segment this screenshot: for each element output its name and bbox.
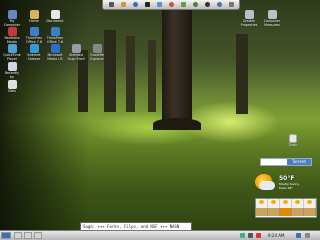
network-icon[interactable] [240,233,245,238]
windows-media-icon [50,44,60,53]
desktop-icon-office[interactable]: ThinkPrex Office 7.6 [23,27,45,45]
desktop-icon-quicktime[interactable]: QuickTime Player [1,44,23,62]
office-icon [50,27,60,36]
icon-label: Document [46,19,64,23]
power-icon[interactable] [228,2,234,7]
weather-forecast [255,198,317,218]
forecast-cell [268,208,280,216]
top-launcher-bar [102,0,240,10]
terminal-icon[interactable] [144,2,150,7]
calendar-icon[interactable] [296,233,301,238]
desktop-icon-media[interactable]: RedHatia Media [1,27,23,45]
icon-label: Xtended Scap Shell [67,53,85,61]
desktop-icon-windows-media[interactable]: Microsoft Media US [44,44,66,62]
icon-label: QuickTime Player [3,53,21,61]
taskbar-button[interactable] [34,232,42,239]
desktop-icon-explorer[interactable]: Goodlife Explorer [86,44,108,62]
weather-icon [295,200,300,204]
forecast-day [304,199,316,208]
system-properties-icon [244,10,254,19]
forecast-cell [304,208,316,216]
settings-icon[interactable] [204,2,210,7]
taskbar-clock[interactable]: 9:24 AM [268,232,284,240]
icon-label: Computer Measures [263,19,281,27]
icon-label: Sites [7,89,17,93]
weather-icon [307,200,312,204]
desktop-icon-internet[interactable]: Internet Sidecke [23,44,45,62]
tree-trunk [153,118,201,130]
office-icon [29,27,39,36]
forecast-cell [280,208,292,216]
desktop-icon-trash[interactable]: Trash [282,134,304,148]
taskbar: 9:24 AM [0,230,320,240]
taskbar-button[interactable] [14,232,22,239]
start-button[interactable] [1,232,11,239]
desktop-icon-home[interactable]: Home [23,10,45,24]
forecast-day [292,199,304,208]
computer-measures-icon [267,10,277,19]
desktop-icon-my-computer[interactable]: My Computer [1,10,23,28]
tree-trunk [148,40,156,112]
quicktime-icon [7,44,17,53]
icon-label: Trash [288,143,298,147]
forecast-cell [292,208,304,216]
weather-icon [283,200,288,204]
search-widget[interactable]: Torrent [260,158,312,166]
forecast-day [280,199,292,208]
desktop-icon-system-properties[interactable]: System Properties [238,10,260,28]
tree-trunk [236,34,248,114]
mail-icon[interactable] [156,2,162,7]
sites-icon [7,80,17,89]
cloud-icon [259,181,275,190]
browser-icon[interactable] [132,2,138,7]
icon-label: Microsoft Media US [47,53,63,61]
icon-label: Recently by [4,71,20,79]
shell-icon [71,44,81,53]
desktop-icon-recent[interactable]: Recently by [1,62,23,80]
home-folder-icon [29,10,39,19]
internet-icon [29,44,39,53]
tree-trunk [104,30,116,112]
weather-icon [271,200,276,204]
menu-icon[interactable] [108,2,114,7]
icon-label: Goodlife Explorer [90,53,104,61]
explorer-icon [92,44,102,53]
folder-icon[interactable] [120,2,126,7]
desktop-icon-computer-measures[interactable]: Computer Measures [261,10,283,28]
icon-label: Internet Sidecke [27,53,41,61]
chat-icon[interactable] [192,2,198,7]
photo-icon[interactable] [180,2,186,7]
trash-icon [289,134,297,143]
search-button[interactable]: Torrent [287,159,311,165]
tree-trunk [162,0,192,128]
show-desktop-icon[interactable] [305,233,310,238]
taskbar-button[interactable] [24,232,32,239]
forecast-day [268,199,280,208]
icon-label: Home [29,19,39,23]
recent-icon [7,62,17,71]
desktop-icon-document[interactable]: Document [44,10,66,24]
icon-label: System Properties [240,19,258,27]
tree-trunk [126,36,135,112]
desktop: My Computer Home Document RedHatia Media… [0,0,320,240]
music-icon[interactable] [168,2,174,7]
desktop-icon-office-2[interactable]: ThinkPrex Office 7.6 [44,27,66,45]
update-icon[interactable] [256,233,261,238]
volume-icon[interactable] [248,233,253,238]
weather-detail: Mostly Sunny Feels 48° [279,182,300,190]
forecast-day [256,199,268,208]
media-icon [7,27,17,36]
weather-temperature: 50°F [279,175,295,182]
document-icon [50,10,60,19]
desktop-icon-shell[interactable]: Xtended Scap Shell [65,44,87,62]
forecast-cell [256,208,268,216]
desktop-icon-sites[interactable]: Sites [1,80,23,94]
computer-icon [7,10,17,19]
weather-widget: 50°F Mostly Sunny Feels 48° [255,174,317,220]
help-icon[interactable] [216,2,222,7]
weather-icon [259,200,264,204]
